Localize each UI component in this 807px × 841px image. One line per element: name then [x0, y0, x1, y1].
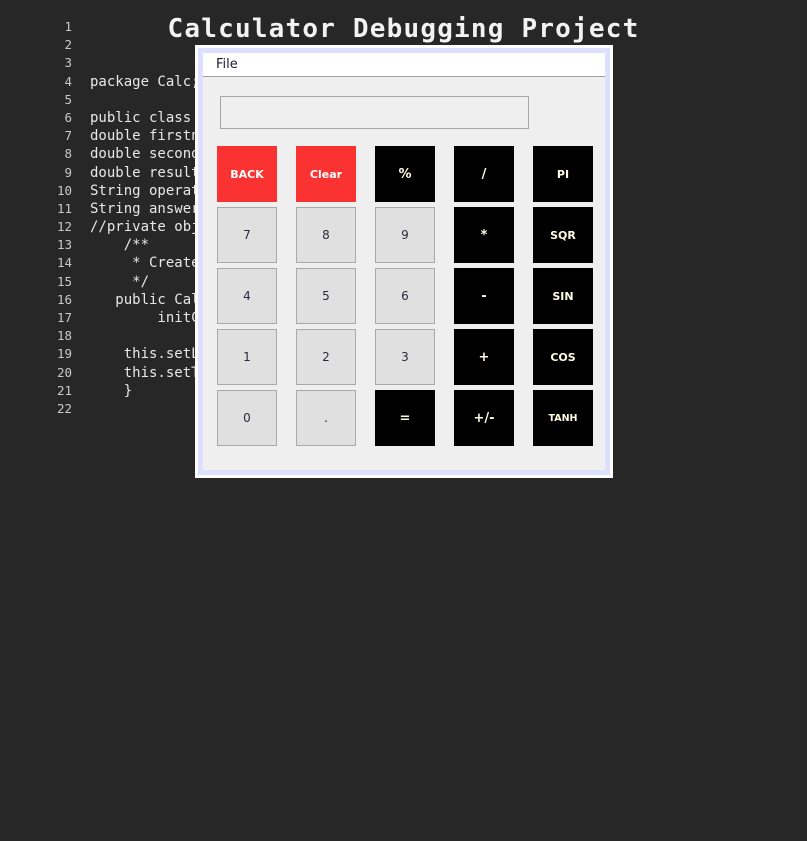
line-number: 7	[64, 128, 72, 144]
code-text: double result;	[90, 164, 209, 181]
calc-button-6[interactable]: 6	[375, 268, 435, 324]
keypad-row: 4 5 6- SIN	[217, 268, 593, 324]
calc-button-8[interactable]: 8	[296, 207, 356, 263]
calc-button-plusminus[interactable]: +/-	[454, 390, 514, 446]
calc-button-4[interactable]: 4	[217, 268, 277, 324]
line-number: 5	[64, 91, 72, 107]
keypad-row: 0. = +/- TANH	[217, 390, 593, 446]
calc-button-tanh[interactable]: TANH	[533, 390, 593, 446]
line-number: 16	[56, 291, 72, 307]
calc-button-clear[interactable]: Clear	[296, 146, 356, 202]
calc-button-5[interactable]: 5	[296, 268, 356, 324]
calc-button-[interactable]: /	[454, 146, 514, 202]
line-number: 11	[56, 200, 72, 216]
calc-button-[interactable]: =	[375, 390, 435, 446]
calc-button-sqr[interactable]: SQR	[533, 207, 593, 263]
keypad-row: BACK Clear% / PI	[217, 146, 593, 202]
calc-button-9[interactable]: 9	[375, 207, 435, 263]
calculator-keypad: BACK Clear% / PI 7 8 9 * SQR 4 5 6- SIN 1 2 3 + COS 0. = +/-…	[217, 146, 593, 451]
line-number: 4	[64, 73, 72, 89]
calc-button-sin[interactable]: SIN	[533, 268, 593, 324]
line-number: 14	[56, 255, 72, 271]
calc-button-0[interactable]: 0	[217, 390, 277, 446]
calculator-panel: File BACK Clear% / PI 7 8 9 * SQR 4 5 6- SIN 1 2 3 + COS 0…	[203, 53, 605, 470]
line-number: 17	[56, 310, 72, 325]
line-number: 12	[56, 219, 72, 235]
line-number: 22	[56, 400, 72, 416]
calc-button-back[interactable]: BACK	[217, 146, 277, 202]
line-number: 20	[56, 364, 72, 380]
code-text: */	[90, 273, 150, 290]
code-text: package Calc;	[90, 73, 200, 90]
line-number: 8	[64, 146, 72, 162]
line-number: 9	[64, 164, 72, 180]
menu-bar: File	[203, 53, 605, 77]
line-number: 6	[64, 109, 72, 125]
code-text: }	[90, 382, 133, 399]
line-number: 15	[56, 273, 72, 289]
menu-item-file[interactable]: File	[211, 56, 243, 73]
code-text: /**	[90, 237, 150, 254]
window-chrome: File BACK Clear% / PI 7 8 9 * SQR 4 5 6- SIN 1 2 3 + COS 0…	[198, 48, 610, 475]
keypad-row: 1 2 3 + COS	[217, 329, 593, 385]
calc-button-[interactable]: -	[454, 268, 514, 324]
line-number: 13	[56, 237, 72, 253]
line-number: 3	[64, 55, 72, 71]
line-number: 19	[56, 346, 72, 362]
line-number: 18	[56, 328, 72, 344]
calc-button-3[interactable]: 3	[375, 329, 435, 385]
calc-button-cos[interactable]: COS	[533, 329, 593, 385]
keypad-row: 7 8 9 * SQR	[217, 207, 593, 263]
calc-button-[interactable]: *	[454, 207, 514, 263]
calculator-window[interactable]: File BACK Clear% / PI 7 8 9 * SQR 4 5 6- SIN 1 2 3 + COS 0…	[195, 45, 613, 478]
page-title: Calculator Debugging Project	[167, 14, 640, 44]
calc-button-pi[interactable]: PI	[533, 146, 593, 202]
calc-button-[interactable]: .	[296, 390, 356, 446]
calc-button-[interactable]: %	[375, 146, 435, 202]
calculator-display[interactable]	[220, 96, 529, 129]
line-number: 21	[56, 382, 72, 398]
calc-button-1[interactable]: 1	[217, 329, 277, 385]
calc-button-2[interactable]: 2	[296, 329, 356, 385]
calc-button-7[interactable]: 7	[217, 207, 277, 263]
line-number: 10	[56, 182, 72, 198]
calc-button-[interactable]: +	[454, 329, 514, 385]
code-text: String answer;	[90, 200, 209, 217]
